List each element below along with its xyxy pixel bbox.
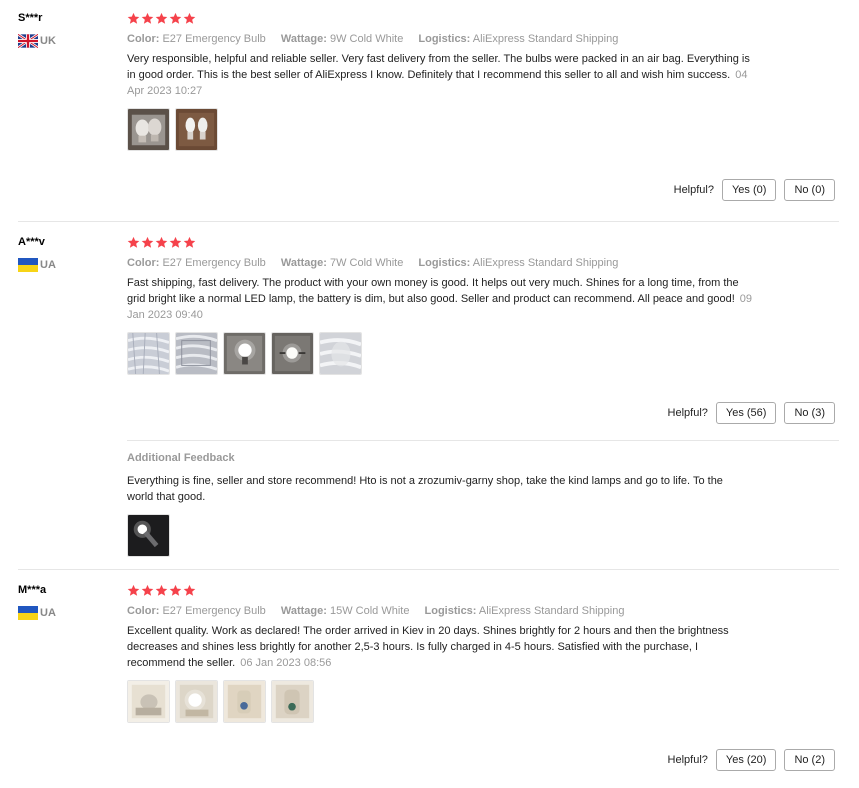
logistics-label: Logistics: <box>418 257 471 269</box>
review-text: Fast shipping, fast delivery. The produc… <box>127 275 757 323</box>
review-photo-thumb[interactable] <box>319 332 362 375</box>
country-code: UK <box>40 35 56 47</box>
helpful-label: Helpful? <box>673 184 714 196</box>
reviewer-country: UA <box>18 606 118 620</box>
star-rating <box>127 236 767 250</box>
wattage-value: 9W Cold White <box>329 33 404 45</box>
helpful-yes-button[interactable]: Yes (20) <box>715 749 777 771</box>
wattage-label: Wattage: <box>280 605 327 617</box>
reviewer-name: A***v <box>18 236 45 248</box>
review-photos <box>127 332 767 375</box>
additional-text: Everything is fine, seller and store rec… <box>127 475 723 503</box>
color-value: E27 Emergency Bulb <box>162 33 266 45</box>
star-icon <box>155 584 168 596</box>
star-icon <box>169 584 182 596</box>
star-icon <box>183 12 196 24</box>
reviewer-info: A***v UA <box>18 236 118 272</box>
review-body: Excellent quality. Work as declared! The… <box>127 625 729 669</box>
helpful-label: Helpful? <box>667 407 708 419</box>
color-value: E27 Emergency Bulb <box>162 605 266 617</box>
review-photo-thumb[interactable] <box>223 680 266 723</box>
review-photos <box>127 680 767 723</box>
additional-feedback-title: Additional Feedback <box>127 452 235 464</box>
additional-photos <box>127 514 767 557</box>
review-photo-thumb[interactable] <box>175 680 218 723</box>
sku-info: Color: E27 Emergency Bulb Wattage: 9W Co… <box>127 33 767 45</box>
review-photo-thumb[interactable] <box>127 332 170 375</box>
logistics-value: AliExpress Standard Shipping <box>472 33 619 45</box>
review-divider <box>18 569 839 570</box>
reviewer-name: S***r <box>18 12 43 24</box>
wattage-label: Wattage: <box>280 257 327 269</box>
country-code: UA <box>40 259 56 271</box>
review-photo-thumb[interactable] <box>127 680 170 723</box>
review-photo-thumb[interactable] <box>127 514 170 557</box>
review-content: Color: E27 Emergency Bulb Wattage: 9W Co… <box>127 12 767 151</box>
logistics-value: AliExpress Standard Shipping <box>472 257 619 269</box>
color-label: Color: <box>127 257 160 269</box>
review-photo-thumb[interactable] <box>175 108 218 151</box>
review-body: Fast shipping, fast delivery. The produc… <box>127 277 739 305</box>
reviewer-info: S***r UK <box>18 12 118 48</box>
review-photo-thumb[interactable] <box>127 108 170 151</box>
star-icon <box>169 236 182 248</box>
star-icon <box>155 236 168 248</box>
star-icon <box>127 584 140 596</box>
additional-divider <box>127 440 839 441</box>
helpful-label: Helpful? <box>667 754 708 766</box>
ua-flag-icon <box>18 258 38 272</box>
wattage-value: 7W Cold White <box>329 257 404 269</box>
review-photo-thumb[interactable] <box>223 332 266 375</box>
additional-content: Additional Feedback Everything is fine, … <box>127 452 767 557</box>
color-label: Color: <box>127 33 160 45</box>
color-label: Color: <box>127 605 160 617</box>
helpful-yes-button[interactable]: Yes (0) <box>721 179 777 201</box>
star-icon <box>127 12 140 24</box>
reviewer-country: UA <box>18 258 118 272</box>
star-icon <box>183 584 196 596</box>
wattage-label: Wattage: <box>280 33 327 45</box>
reviewer-country: UK <box>18 34 118 48</box>
star-icon <box>141 584 154 596</box>
review-text: Very responsible, helpful and reliable s… <box>127 51 757 99</box>
wattage-value: 15W Cold White <box>329 605 410 617</box>
ua-flag-icon <box>18 606 38 620</box>
sku-info: Color: E27 Emergency Bulb Wattage: 7W Co… <box>127 257 767 269</box>
helpful-votes: Helpful? Yes (0) No (0) <box>674 179 835 201</box>
review-photo-thumb[interactable] <box>271 680 314 723</box>
logistics-label: Logistics: <box>424 605 477 617</box>
star-icon <box>127 236 140 248</box>
star-icon <box>169 12 182 24</box>
sku-info: Color: E27 Emergency Bulb Wattage: 15W C… <box>127 605 767 617</box>
helpful-votes: Helpful? Yes (56) No (3) <box>668 402 835 424</box>
logistics-label: Logistics: <box>418 33 471 45</box>
review-content: Color: E27 Emergency Bulb Wattage: 15W C… <box>127 584 767 723</box>
star-rating <box>127 12 767 26</box>
logistics-value: AliExpress Standard Shipping <box>478 605 625 617</box>
country-code: UA <box>40 607 56 619</box>
helpful-votes: Helpful? Yes (20) No (2) <box>668 749 835 771</box>
uk-flag-icon <box>18 34 38 48</box>
star-rating <box>127 584 767 598</box>
helpful-no-button[interactable]: No (0) <box>784 179 835 201</box>
review-content: Color: E27 Emergency Bulb Wattage: 7W Co… <box>127 236 767 375</box>
helpful-no-button[interactable]: No (2) <box>784 749 835 771</box>
star-icon <box>155 12 168 24</box>
star-icon <box>183 236 196 248</box>
star-icon <box>141 12 154 24</box>
helpful-no-button[interactable]: No (3) <box>784 402 835 424</box>
review-photo-thumb[interactable] <box>175 332 218 375</box>
review-divider <box>18 221 839 222</box>
review-date: 06 Jan 2023 08:56 <box>240 657 332 669</box>
reviewer-info: M***a UA <box>18 584 118 620</box>
review-body: Very responsible, helpful and reliable s… <box>127 53 750 81</box>
star-icon <box>141 236 154 248</box>
review-text: Excellent quality. Work as declared! The… <box>127 623 757 671</box>
color-value: E27 Emergency Bulb <box>162 257 266 269</box>
helpful-yes-button[interactable]: Yes (56) <box>715 402 777 424</box>
reviewer-name: M***a <box>18 584 47 596</box>
review-photos <box>127 108 767 151</box>
review-photo-thumb[interactable] <box>271 332 314 375</box>
